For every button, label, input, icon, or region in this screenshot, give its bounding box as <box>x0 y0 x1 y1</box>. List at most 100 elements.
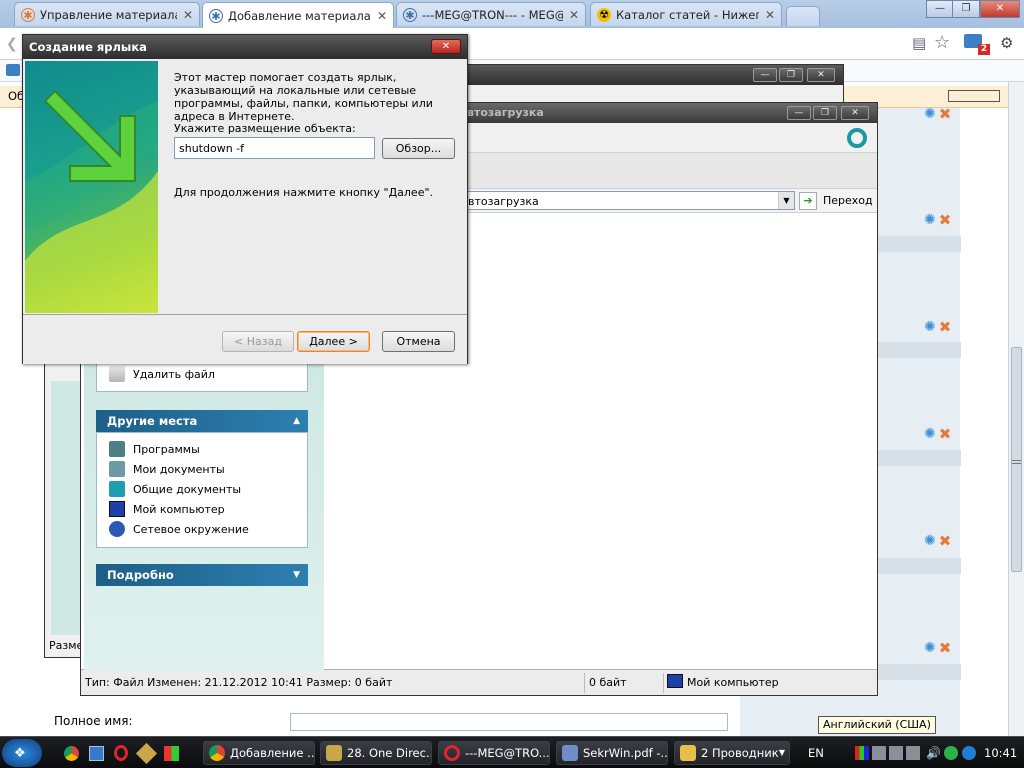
link-shared-documents[interactable]: Общие документы <box>97 479 307 499</box>
maximize-button[interactable]: ❐ <box>813 106 837 120</box>
tray-network-icon[interactable] <box>889 746 903 760</box>
language-indicator[interactable]: EN <box>808 746 824 760</box>
delete-icon[interactable]: ✖ <box>939 106 952 122</box>
taskbar: ❖ Добавление ... 28. One Direc... ---MEG… <box>0 736 1024 768</box>
link-network[interactable]: Сетевое окружение <box>97 519 307 539</box>
media-icon <box>326 745 342 761</box>
go-button[interactable]: Переход <box>823 194 873 207</box>
opera-icon[interactable] <box>114 745 128 761</box>
desktop-icon[interactable] <box>89 746 104 761</box>
gear-icon[interactable]: ✺ <box>924 533 936 549</box>
gear-icon[interactable]: ✺ <box>924 319 936 335</box>
row-band <box>876 450 961 466</box>
create-shortcut-dialog[interactable]: Создание ярлыка ✕ Этот мастер помогает с… <box>22 34 468 364</box>
link-my-computer[interactable]: Мой компьютер <box>97 499 307 519</box>
close-icon[interactable]: ✕ <box>183 8 193 22</box>
close-button[interactable]: ✕ <box>807 68 835 82</box>
gear-icon[interactable]: ✺ <box>924 106 936 122</box>
documents-icon <box>109 461 125 477</box>
details-title: Подробно <box>107 568 174 582</box>
delete-icon[interactable]: ✖ <box>939 640 952 656</box>
row-band <box>876 236 961 252</box>
tray-network-icon[interactable] <box>872 746 886 760</box>
gear-icon[interactable]: ✺ <box>924 212 936 228</box>
minimize-button[interactable]: — <box>787 106 811 120</box>
cancel-button[interactable]: Отмена <box>382 331 455 352</box>
network-icon <box>109 521 125 537</box>
mail-icon[interactable] <box>6 64 20 76</box>
start-button[interactable]: ❖ <box>2 739 42 767</box>
tab-label: Каталог статей - Нижегор <box>616 7 759 22</box>
chevron-up-icon[interactable]: ▲ <box>293 410 300 432</box>
link-label: Общие документы <box>133 482 242 496</box>
delete-icon[interactable]: ✖ <box>939 426 952 442</box>
dialog-titlebar[interactable]: Создание ярлыка <box>23 35 467 59</box>
window-title: втозагрузка <box>467 106 544 119</box>
tray-eye-icon[interactable] <box>944 746 958 760</box>
chevron-down-icon[interactable]: ▼ <box>778 192 794 209</box>
address-input[interactable]: втозагрузка ▼ <box>467 191 795 210</box>
task-opera[interactable]: ---MEG@TRO... <box>438 741 550 765</box>
maximize-button[interactable]: ❐ <box>952 0 980 18</box>
joomla-icon: ✱ <box>21 7 35 22</box>
link-programs[interactable]: Программы <box>97 439 307 459</box>
tab-3[interactable]: ✱ ---MEG@TRON--- - MEG@TR ✕ <box>396 2 586 26</box>
browse-button[interactable]: Обзор... <box>382 138 455 159</box>
apps-icon[interactable] <box>164 746 179 761</box>
clock: 10:41 <box>984 746 1018 760</box>
task-chrome[interactable]: Добавление ... <box>203 741 315 765</box>
new-tab-button[interactable] <box>786 6 820 26</box>
gear-icon[interactable]: ✺ <box>924 640 936 656</box>
maximize-button[interactable]: ❐ <box>779 68 803 82</box>
pdf-icon <box>562 745 578 761</box>
tab-4[interactable]: ☢ Каталог статей - Нижегор ✕ <box>590 2 782 26</box>
location-input[interactable] <box>174 137 375 159</box>
row-actions: ✺ ✖ <box>924 426 960 442</box>
minimize-button[interactable]: — <box>753 68 777 82</box>
next-button[interactable]: Далее > <box>297 331 370 352</box>
tray-app-icon[interactable] <box>962 746 976 760</box>
row-actions: ✺ ✖ <box>924 106 960 122</box>
task-media[interactable]: 28. One Direc... <box>320 741 432 765</box>
task-explorer-group[interactable]: 2 Проводник ▼ <box>674 741 790 765</box>
task-pdf[interactable]: SekrWin.pdf -... <box>556 741 668 765</box>
minimize-button[interactable]: — <box>926 0 954 18</box>
page-scrollbar[interactable] <box>1008 82 1024 736</box>
chrome-icon[interactable] <box>64 746 79 761</box>
chevron-down-icon[interactable]: ▼ <box>293 564 300 586</box>
star-icon[interactable]: ☆ <box>934 32 950 53</box>
tab-1[interactable]: ✱ Управление материалами - ✕ <box>14 2 200 26</box>
delete-file-link[interactable]: Удалить файл <box>97 364 307 384</box>
close-icon[interactable]: ✕ <box>765 8 775 22</box>
details-header[interactable]: Подробно ▼ <box>96 564 308 586</box>
go-arrow-icon[interactable]: ➔ <box>799 192 817 210</box>
tray-chart-icon[interactable] <box>855 746 869 760</box>
row-band <box>876 342 961 358</box>
page-icon[interactable]: ▤ <box>912 34 926 52</box>
fullname-input[interactable] <box>290 713 728 731</box>
tab-2[interactable]: ✱ Добавление материала - К ✕ <box>202 2 394 28</box>
back-icon[interactable]: ❮ <box>6 36 18 52</box>
link-my-documents[interactable]: Мои документы <box>97 459 307 479</box>
chevron-down-icon[interactable]: ▼ <box>779 742 785 764</box>
close-button[interactable]: ✕ <box>841 106 869 120</box>
wrench-icon[interactable]: ⚙ <box>1000 34 1013 52</box>
gear-icon[interactable]: ✺ <box>924 426 936 442</box>
tray-network-icon[interactable] <box>906 746 920 760</box>
task-pane: Удалить файл Другие места ▲ Программы Мо… <box>84 356 324 670</box>
volume-icon[interactable]: 🔊 <box>926 746 941 760</box>
delete-icon[interactable]: ✖ <box>939 319 952 335</box>
delete-icon[interactable]: ✖ <box>939 212 952 228</box>
close-icon[interactable]: ✕ <box>377 9 387 23</box>
tool-icon[interactable] <box>135 742 158 765</box>
close-button[interactable]: ✕ <box>431 39 461 54</box>
computer-icon <box>667 674 683 688</box>
close-icon[interactable]: ✕ <box>569 8 579 22</box>
task-label: 28. One Direc... <box>347 746 432 760</box>
other-places-header[interactable]: Другие места ▲ <box>96 410 308 432</box>
close-window-button[interactable]: ✕ <box>980 0 1020 18</box>
back-button[interactable]: < Назад <box>222 331 294 352</box>
fullname-label: Полное имя: <box>54 714 133 728</box>
delete-icon[interactable]: ✖ <box>939 533 952 549</box>
windows-logo-icon: ❖ <box>14 746 26 761</box>
